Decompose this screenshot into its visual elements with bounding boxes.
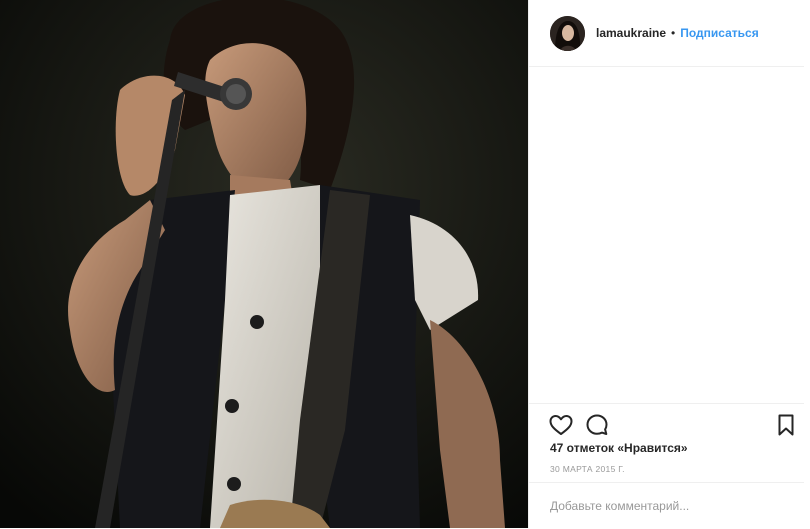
post-actions	[529, 403, 804, 444]
author-username[interactable]: lamaukraine	[596, 26, 666, 40]
concert-photo-image	[0, 0, 528, 528]
heart-icon[interactable]	[548, 412, 574, 438]
post-sidebar: lamaukraine • Подписаться 47 отметок «Нр…	[528, 0, 810, 528]
follow-button[interactable]: Подписаться	[680, 26, 758, 40]
post-photo[interactable]	[0, 0, 528, 528]
comment-section	[529, 482, 804, 529]
comment-input[interactable]	[550, 496, 790, 516]
likes-count[interactable]: 47 отметок «Нравится»	[550, 441, 688, 455]
bookmark-icon[interactable]	[773, 412, 799, 438]
avatar-image	[550, 15, 585, 51]
post-date[interactable]: 30 марта 2015 г.	[550, 464, 625, 474]
post-header: lamaukraine • Подписаться	[529, 0, 804, 67]
comment-icon[interactable]	[584, 412, 610, 438]
avatar[interactable]	[550, 15, 585, 51]
instagram-post: lamaukraine • Подписаться 47 отметок «Нр…	[0, 0, 810, 528]
separator-dot: •	[671, 26, 676, 40]
